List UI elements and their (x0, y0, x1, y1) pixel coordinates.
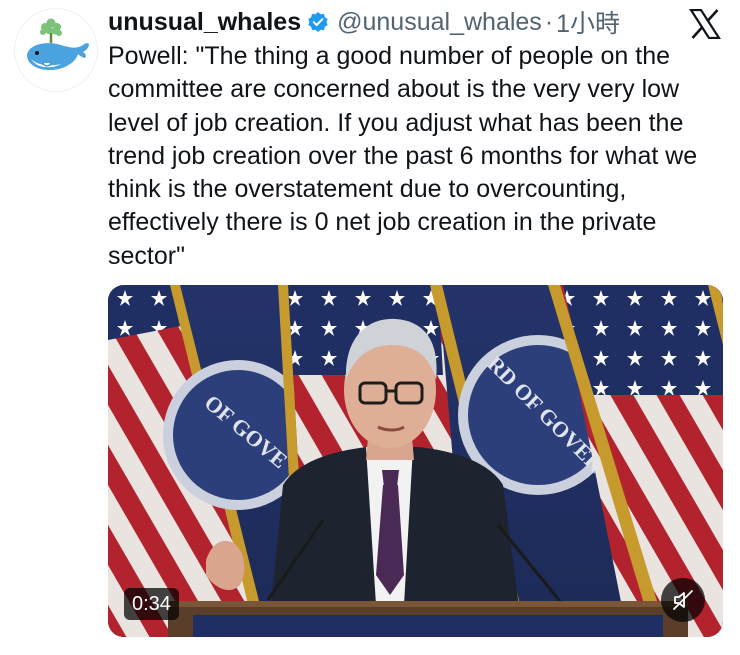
tweet-text: Powell: "The thing a good number of peop… (108, 42, 698, 270)
tweet-card: unusual_whales @unusual_whales · 1小時 Pow… (0, 0, 740, 655)
verified-badge-icon (307, 11, 329, 33)
tweet-header: unusual_whales @unusual_whales · 1小時 (108, 4, 620, 40)
x-logo-icon[interactable] (688, 8, 722, 40)
video-player[interactable]: OF GOVE RD OF GOVER (108, 285, 723, 637)
user-handle[interactable]: @unusual_whales (337, 8, 542, 37)
video-duration-badge: 0:34 (124, 588, 179, 620)
video-frame: OF GOVE RD OF GOVER (108, 285, 723, 637)
mute-toggle-button[interactable] (661, 578, 705, 622)
display-name[interactable]: unusual_whales (108, 8, 301, 37)
whale-logo-icon (27, 18, 89, 71)
avatar[interactable] (14, 8, 98, 92)
muted-speaker-icon (673, 590, 693, 610)
separator-dot: · (544, 7, 554, 36)
timestamp[interactable]: 1小時 (556, 4, 620, 40)
